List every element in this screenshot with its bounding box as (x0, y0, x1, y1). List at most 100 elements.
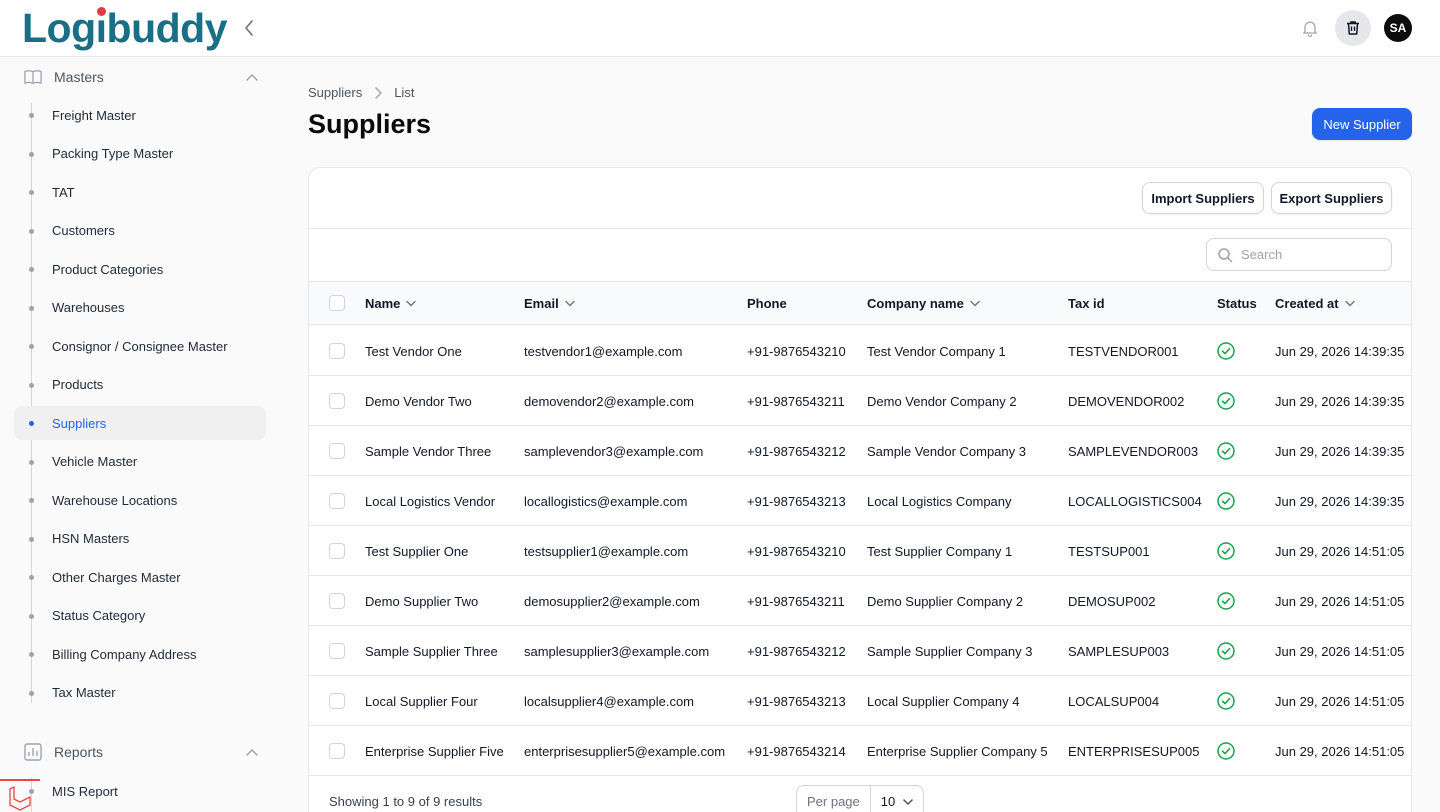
row-checkbox[interactable] (329, 593, 345, 609)
sidebar-item-products[interactable]: Products (14, 368, 266, 402)
trash-icon (1347, 21, 1359, 35)
nav-bullet (29, 536, 34, 542)
cell-email: samplesupplier3@example.com (524, 643, 710, 659)
sidebar-item-customers[interactable]: Customers (14, 214, 266, 248)
app-logo[interactable]: Logıbuddy (22, 6, 228, 50)
nav-bullet (29, 690, 34, 696)
cell-created-at: Jun 29, 2026 14:51:05 (1275, 643, 1405, 659)
sidebar-group-label: Reports (54, 744, 104, 760)
sidebar-item-tax-master[interactable]: Tax Master (14, 676, 266, 710)
table-toolbar: Import Suppliers Export Suppliers (309, 168, 1411, 229)
table-row[interactable]: Sample Vendor Three samplevendor3@example… (309, 426, 1411, 476)
column-header-created-at[interactable]: Created at (1275, 282, 1355, 325)
sidebar-group-masters[interactable]: Masters (24, 65, 260, 89)
laravel-icon (0, 779, 40, 812)
nav-bullet (29, 459, 34, 465)
sidebar-item-other-charges-master[interactable]: Other Charges Master (14, 560, 266, 594)
row-checkbox[interactable] (329, 493, 345, 509)
sidebar-item-packing-type-master[interactable]: Packing Type Master (14, 137, 266, 171)
column-header-phone: Phone (747, 282, 787, 325)
table-row[interactable]: Demo Vendor Two demovendor2@example.com +9… (309, 376, 1411, 426)
sidebar-item-product-categories[interactable]: Product Categories (14, 252, 266, 286)
cell-created-at: Jun 29, 2026 14:51:05 (1275, 543, 1405, 559)
table-footer: Showing 1 to 9 of 9 results Per page 10 (309, 775, 1411, 812)
column-header-label: Phone (747, 296, 787, 311)
sidebar-group-reports[interactable]: Reports (24, 740, 260, 764)
cell-company: Sample Vendor Company 3 (867, 443, 1026, 459)
table-row[interactable]: Demo Supplier Two demosupplier2@example.c… (309, 576, 1411, 626)
column-header-label: Company name (867, 296, 964, 311)
cell-name: Test Supplier One (365, 543, 469, 559)
cell-tax-id: LOCALLOGISTICS004 (1068, 493, 1202, 509)
status-check-circle-icon (1217, 692, 1235, 710)
sidebar-item-consignor-consignee-master[interactable]: Consignor / Consignee Master (14, 329, 266, 363)
collapse-sidebar-button[interactable] (238, 16, 260, 40)
page-title: Suppliers (308, 109, 432, 139)
cell-email: demovendor2@example.com (524, 393, 695, 409)
chevron-up-icon (244, 69, 260, 85)
cell-name: Local Supplier Four (365, 693, 478, 709)
per-page-value[interactable]: 10 (871, 794, 923, 809)
cell-email: samplevendor3@example.com (524, 443, 704, 459)
per-page-value-text: 10 (880, 794, 896, 809)
sidebar-item-vehicle-master[interactable]: Vehicle Master (14, 445, 266, 479)
sidebar-item-label: TAT (52, 184, 75, 200)
sidebar-item-label: Other Charges Master (52, 569, 181, 585)
sidebar-item-billing-company-address[interactable]: Billing Company Address (14, 637, 266, 671)
column-header-email[interactable]: Email (524, 282, 575, 325)
sidebar-item-tat[interactable]: TAT (14, 175, 266, 209)
cell-phone: +91-9876543212 (747, 643, 846, 659)
breadcrumb-link-suppliers[interactable]: Suppliers (308, 85, 362, 100)
row-checkbox[interactable] (329, 543, 345, 559)
cell-created-at: Jun 29, 2026 14:51:05 (1275, 693, 1405, 709)
import-suppliers-button[interactable]: Import Suppliers (1142, 182, 1264, 214)
sort-chevron-down-icon (970, 300, 980, 307)
export-suppliers-button[interactable]: Export Suppliers (1271, 182, 1392, 214)
cell-company: Test Vendor Company 1 (867, 343, 1006, 359)
table-row[interactable]: Test Supplier One testsupplier1@example.c… (309, 526, 1411, 576)
bar-chart-icon (24, 743, 42, 761)
per-page-select[interactable]: Per page 10 (796, 785, 925, 812)
cell-company: Sample Supplier Company 3 (867, 643, 1033, 659)
sidebar-item-suppliers[interactable]: Suppliers (14, 406, 266, 440)
notifications-button[interactable] (1298, 16, 1322, 40)
table-row[interactable]: Test Vendor One testvendor1@example.com +9… (309, 326, 1411, 376)
trash-button[interactable] (1335, 10, 1371, 46)
sidebar-item-hsn-masters[interactable]: HSN Masters (14, 522, 266, 556)
select-all-checkbox[interactable] (329, 295, 345, 311)
user-avatar[interactable]: SA (1384, 14, 1412, 42)
sidebar-item-mis-report[interactable]: MIS Report (14, 774, 266, 808)
sidebar-item-warehouse-locations[interactable]: Warehouse Locations (14, 483, 266, 517)
sidebar: Masters Freight Master Packing Type Maste… (0, 57, 280, 812)
row-checkbox[interactable] (329, 393, 345, 409)
cell-name: Sample Vendor Three (365, 443, 492, 459)
nav-bullet (29, 498, 34, 503)
column-header-label: Email (524, 296, 559, 311)
cell-created-at: Jun 29, 2026 14:39:35 (1275, 443, 1405, 459)
row-checkbox[interactable] (329, 343, 345, 359)
cell-tax-id: TESTVENDOR001 (1068, 343, 1179, 359)
sidebar-item-status-category[interactable]: Status Category (14, 599, 266, 633)
column-header-tax-id: Tax id (1068, 282, 1105, 325)
column-header-name[interactable]: Name (365, 282, 417, 325)
sidebar-group-label: Masters (54, 69, 104, 85)
search-field[interactable] (1206, 238, 1392, 271)
cell-name: Test Vendor One (365, 343, 462, 359)
row-checkbox[interactable] (329, 443, 345, 459)
new-supplier-button[interactable]: New Supplier (1312, 108, 1412, 140)
row-checkbox[interactable] (329, 693, 345, 709)
column-header-label: Status (1217, 296, 1257, 311)
row-checkbox[interactable] (329, 743, 345, 759)
cell-name: Sample Supplier Three (365, 643, 498, 659)
column-header-company-name[interactable]: Company name (867, 282, 980, 325)
sidebar-item-warehouses[interactable]: Warehouses (14, 291, 266, 325)
row-checkbox[interactable] (329, 643, 345, 659)
table-row[interactable]: Local Supplier Four localsupplier4@exampl… (309, 676, 1411, 726)
search-input[interactable] (1241, 247, 1381, 262)
sort-chevron-down-icon (564, 300, 575, 307)
table-row[interactable]: Enterprise Supplier Five enterprisesuppli… (309, 726, 1411, 776)
table-row[interactable]: Sample Supplier Three samplesupplier3@exa… (309, 626, 1411, 676)
cell-tax-id: TESTSUP001 (1068, 543, 1150, 559)
sidebar-item-freight-master[interactable]: Freight Master (14, 98, 266, 132)
table-row[interactable]: Local Logistics Vendor locallogistics@exa… (309, 476, 1411, 526)
